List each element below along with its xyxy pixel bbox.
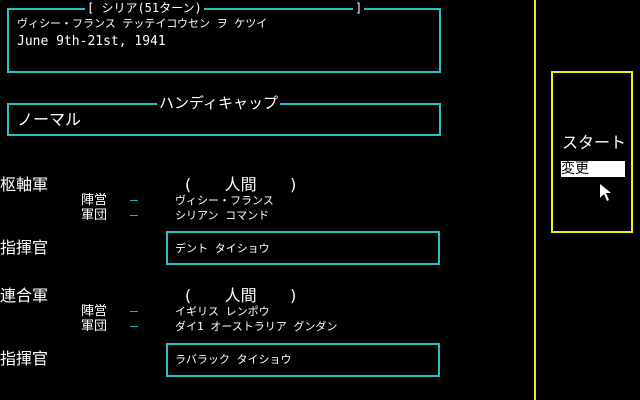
allied-player-type[interactable]: ( 人間 ) [183,287,298,305]
axis-camp-dash: — [130,193,138,208]
change-menu-label: 変更 [561,161,589,177]
allied-corps-label: 軍団 [81,319,108,334]
axis-corps-value: シリアン コマンド [175,209,270,222]
allied-camp-label: 陣営 [81,304,108,319]
command-menu: スタート 変更 [551,71,633,233]
axis-commander-label: 指揮官 [0,238,49,257]
handicap-value: ノーマル [17,110,82,129]
handicap-legend: ハンディキャップ [157,94,280,112]
axis-side-label: 枢軸軍 [0,175,49,194]
start-menu-item[interactable]: スタート [562,129,626,153]
scenario-subtitle: ヴィシー・フランス テッテイコウセン ヲ ケツイ [17,17,268,30]
axis-player-type[interactable]: ( 人間 ) [183,176,298,194]
axis-corps-dash: — [130,208,138,223]
scenario-date: June 9th-21st, 1941 [17,34,166,49]
allied-commander-label: 指揮官 [0,349,49,368]
axis-camp-label: 陣営 [81,193,108,208]
allied-camp-dash: — [130,304,138,319]
change-menu-item[interactable]: 変更 [561,161,625,177]
mouse-cursor-icon [600,184,611,201]
scenario-header: [ シリア(51ターン) [85,1,204,15]
panel-divider [534,0,536,400]
axis-corps-label: 軍団 [81,208,108,223]
allied-commander-value: ラバラック タイショウ [175,353,292,366]
axis-camp-value: ヴィシー・フランス [175,194,274,207]
allied-camp-value: イギリス レンポウ [175,305,270,318]
axis-commander-value: デント タイショウ [175,242,270,255]
allied-corps-dash: — [130,319,138,334]
allied-side-label: 連合軍 [0,286,49,305]
scenario-header-close: ] [353,1,365,15]
allied-corps-value: ダイ1 オーストラリア グンダン [175,320,338,333]
